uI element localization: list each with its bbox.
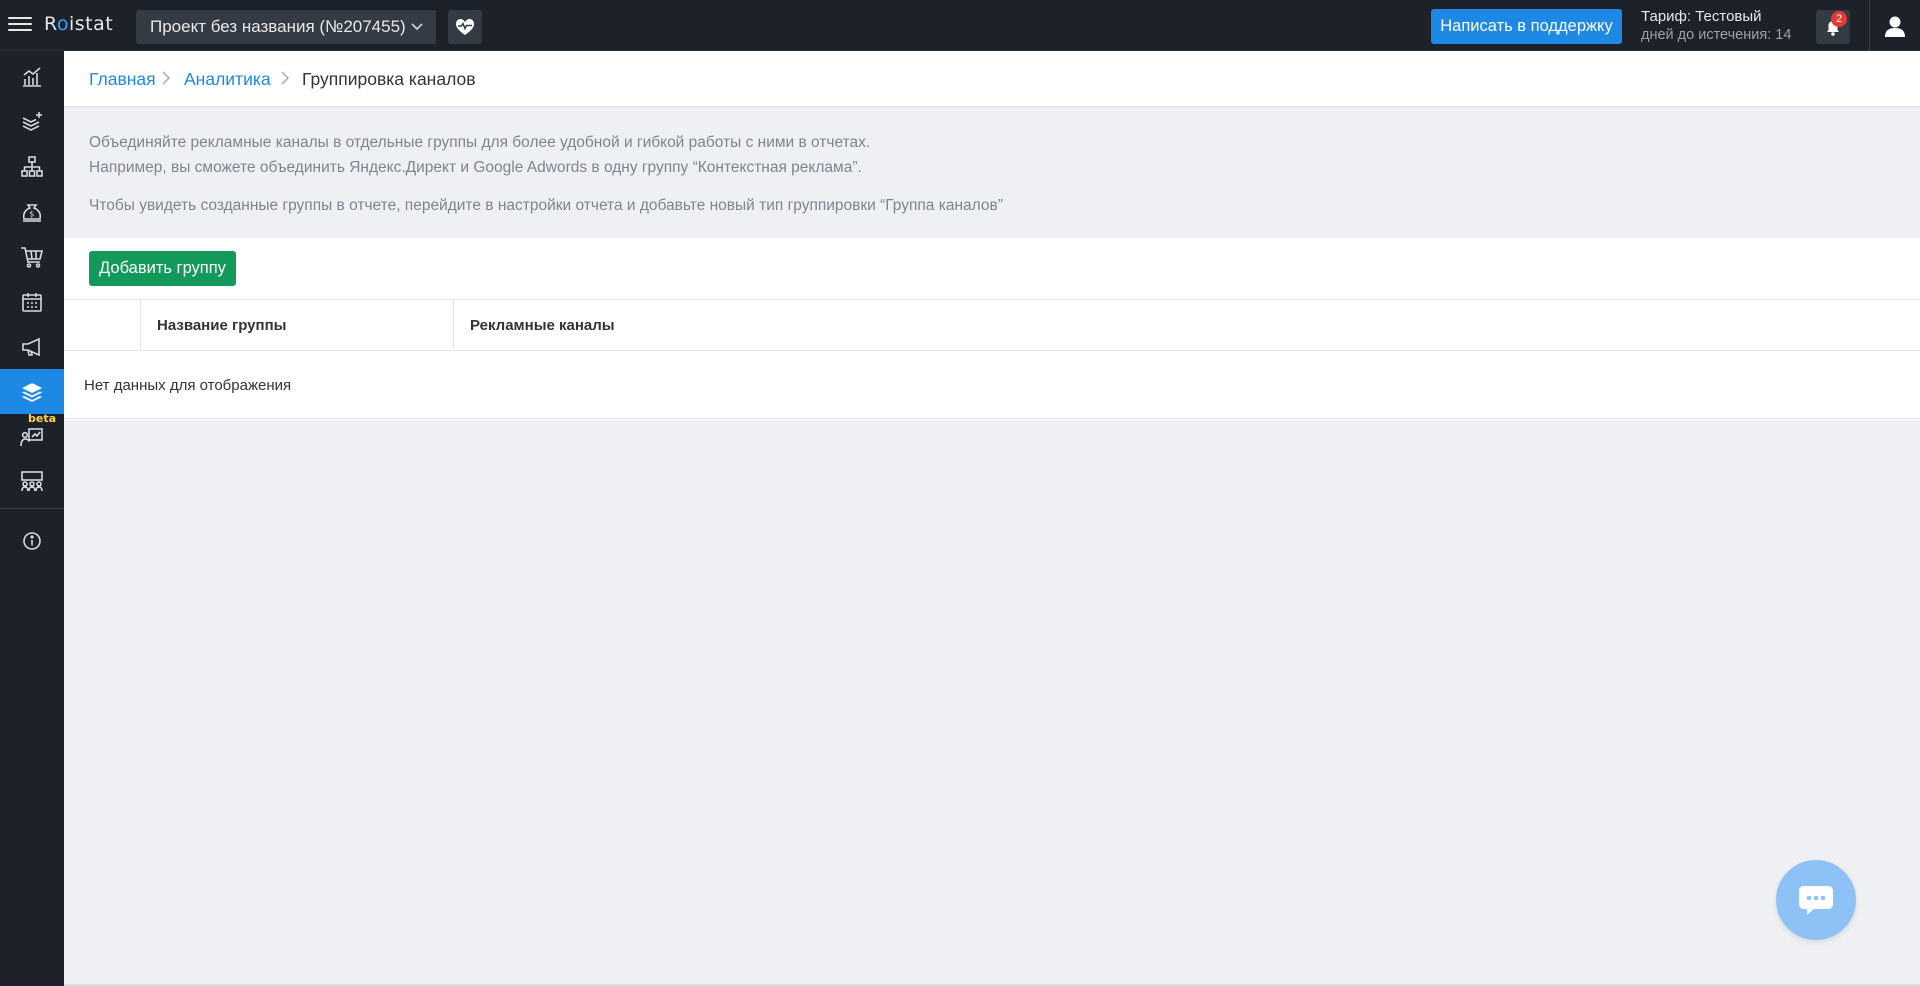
chevron-right-icon [280, 70, 290, 90]
layers-plus-icon [22, 112, 42, 131]
money-bag-icon: $ [22, 204, 42, 222]
analytics-chart-icon [23, 67, 41, 87]
svg-text:$: $ [29, 210, 34, 219]
column-header-channels[interactable]: Рекламные каналы [454, 300, 1920, 351]
team-icon [21, 471, 43, 492]
sidebar: $ beta [0, 51, 64, 986]
column-header-select [64, 300, 141, 351]
chevron-down-icon [410, 10, 424, 56]
sidebar-divider [0, 508, 64, 509]
user-icon [1885, 16, 1905, 37]
info-text-line-2: Например, вы сможете объединить Яндекс.Д… [89, 159, 862, 176]
empty-table-message: Нет данных для отображения [84, 377, 292, 394]
shopping-cart-icon [21, 247, 44, 268]
sidebar-item-team[interactable] [0, 459, 64, 504]
megaphone-icon [22, 337, 40, 357]
info-text-line-3: Чтобы увидеть созданные группы в отчете,… [89, 197, 1003, 214]
layers-icon [22, 383, 42, 402]
breadcrumb-home[interactable]: Главная [89, 69, 156, 90]
add-group-button[interactable]: Добавить группу [89, 251, 236, 286]
project-selector[interactable]: Проект без названия (№207455) [136, 10, 436, 44]
column-header-group-name[interactable]: Название группы [141, 300, 454, 351]
project-name: Проект без названия (№207455) [150, 17, 406, 36]
heart-pulse-icon [456, 19, 474, 35]
tariff-info[interactable]: Тариф: Тестовый дней до истечения: 14 [1641, 8, 1791, 44]
breadcrumb: Главная Аналитика Группировка каналов [64, 51, 1920, 107]
sidebar-item-advertising[interactable] [0, 324, 64, 369]
tariff-label: Тариф: Тестовый [1641, 8, 1762, 25]
sidebar-item-channel-grouping[interactable] [0, 369, 64, 414]
days-left-label: дней до истечения: 14 [1641, 27, 1792, 43]
top-bar: Roistat Проект без названия (№207455) На… [0, 0, 1920, 51]
notifications-badge: 2 [1831, 11, 1847, 27]
divider [1869, 0, 1870, 51]
sidebar-item-money[interactable]: $ [0, 189, 64, 234]
support-button[interactable]: Написать в поддержку [1431, 9, 1622, 44]
groups-table: Название группы Рекламные каналы Нет дан… [64, 299, 1920, 419]
health-check-button[interactable] [448, 10, 482, 44]
chat-widget-button[interactable] [1776, 860, 1856, 940]
sidebar-item-structure[interactable] [0, 144, 64, 189]
chat-bubble-icon [1799, 886, 1833, 915]
sidebar-item-layers-add[interactable] [0, 99, 64, 144]
logo[interactable]: Roistat [44, 13, 113, 35]
calendar-icon [22, 293, 42, 312]
page-title: Группировка каналов [302, 69, 476, 89]
sidebar-item-analytics[interactable] [0, 54, 64, 99]
chevron-right-icon [161, 70, 171, 90]
sitemap-icon [21, 156, 43, 177]
menu-icon[interactable] [8, 13, 32, 37]
beta-badge: beta [28, 412, 57, 425]
sidebar-item-info[interactable] [0, 518, 64, 563]
info-text-line-1: Объединяйте рекламные каналы в отдельные… [89, 134, 871, 151]
info-icon [23, 532, 41, 550]
breadcrumb-analytics[interactable]: Аналитика [184, 69, 271, 90]
sidebar-item-calendar[interactable] [0, 279, 64, 324]
table-header: Название группы Рекламные каналы [64, 300, 1920, 351]
sidebar-item-orders[interactable] [0, 234, 64, 279]
user-menu-button[interactable] [1880, 10, 1910, 44]
presentation-icon [20, 428, 43, 447]
